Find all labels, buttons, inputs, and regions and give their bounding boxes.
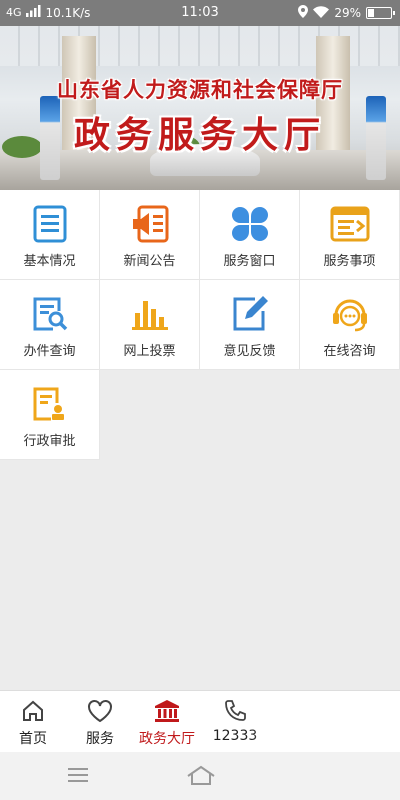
phone-icon — [223, 697, 247, 725]
search-document-icon — [30, 294, 70, 334]
status-bar: 4G 10.1K/s 11:03 29% — [0, 0, 400, 26]
nav-item-service[interactable]: 服务 — [66, 691, 134, 752]
home-outline-icon[interactable] — [186, 764, 216, 790]
grid-item-label: 在线咨询 — [323, 344, 376, 359]
document-list-icon — [30, 204, 70, 244]
grid-item-admin-approval[interactable]: 行政审批 — [0, 370, 100, 460]
nav-item-gov-hall[interactable]: 政务大厅 — [134, 691, 200, 752]
system-nav-bar — [0, 752, 400, 800]
battery-icon — [366, 7, 395, 19]
grid-item-service-window[interactable]: 服务窗口 — [200, 190, 300, 280]
menu-icon[interactable] — [66, 764, 90, 790]
grid-item-label: 服务事项 — [323, 254, 376, 269]
status-right: 29% — [298, 5, 395, 21]
service-grid: 基本情况 新闻公告 服务窗口 服务事项 办件查询 网上投票 意见反馈 在线咨询 … — [0, 190, 400, 460]
grid-item-label: 基本情况 — [23, 254, 76, 269]
grid-item-feedback[interactable]: 意见反馈 — [200, 280, 300, 370]
grid-item-online-consult[interactable]: 在线咨询 — [300, 280, 400, 370]
battery-text: 29% — [334, 6, 361, 20]
grid-item-news[interactable]: 新闻公告 — [100, 190, 200, 280]
grid-item-label: 服务窗口 — [223, 254, 276, 269]
nav-label: 服务 — [86, 731, 114, 747]
bar-chart-icon — [130, 294, 170, 334]
grid-item-basic-info[interactable]: 基本情况 — [0, 190, 100, 280]
grid-item-online-vote[interactable]: 网上投票 — [100, 280, 200, 370]
nav-label: 首页 — [19, 731, 47, 747]
banner-title-org: 山东省人力资源和社会保障厅 — [57, 78, 343, 102]
four-petal-icon — [230, 204, 270, 244]
approval-document-icon — [30, 384, 70, 424]
service-list-icon — [330, 204, 370, 244]
nav-label: 政务大厅 — [139, 731, 195, 747]
grid-item-label: 网上投票 — [123, 344, 176, 359]
grid-item-label: 新闻公告 — [123, 254, 176, 269]
grid-item-label: 办件查询 — [23, 344, 76, 359]
wifi-icon — [313, 5, 330, 21]
government-building-icon — [154, 697, 180, 725]
chat-headset-icon — [330, 294, 370, 334]
grid-item-service-matters[interactable]: 服务事项 — [300, 190, 400, 280]
home-icon — [21, 697, 45, 725]
heart-icon — [87, 697, 113, 725]
bottom-nav: 首页 服务 政务大厅 12333 — [0, 690, 400, 753]
grid-item-case-query[interactable]: 办件查询 — [0, 280, 100, 370]
grid-item-label: 行政审批 — [23, 434, 76, 449]
grid-item-label: 意见反馈 — [223, 344, 276, 359]
megaphone-icon — [130, 204, 170, 244]
hall-banner[interactable]: 山东省人力资源和社会保障厅 政务服务大厅 — [0, 26, 400, 190]
nav-item-home[interactable]: 首页 — [0, 691, 66, 752]
nav-fade-overlay — [250, 691, 400, 753]
location-icon — [298, 5, 309, 21]
edit-pen-icon — [230, 294, 270, 334]
banner-title-hall: 政务服务大厅 — [73, 115, 326, 156]
